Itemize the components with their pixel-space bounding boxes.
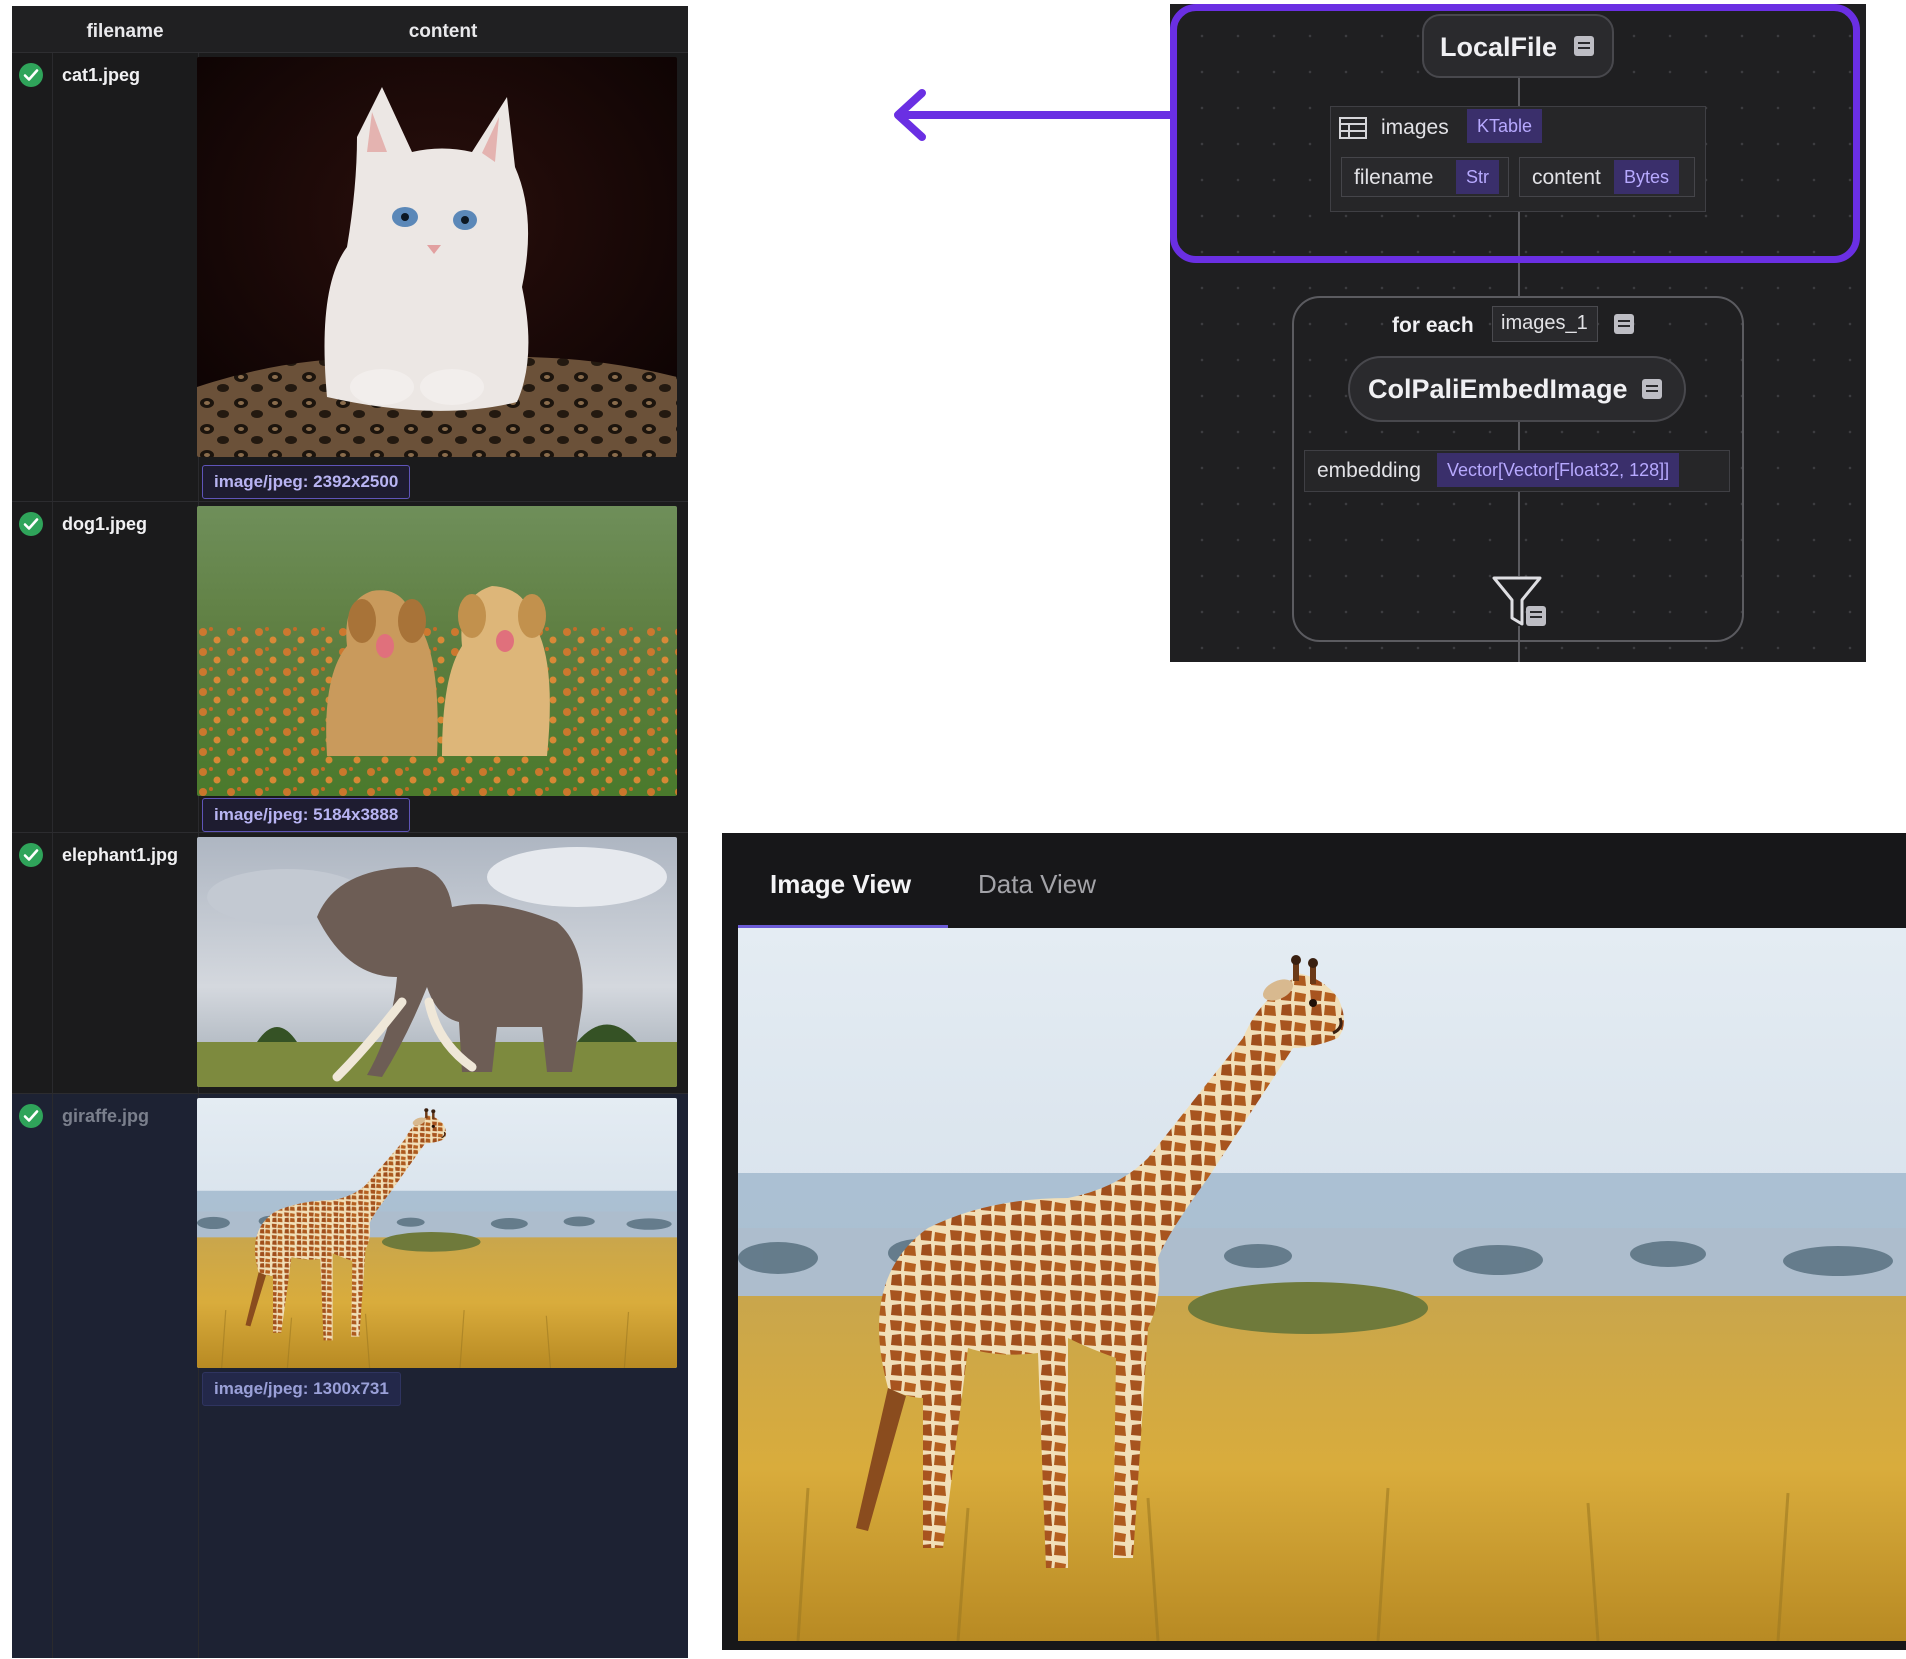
file-table: filename content cat1.jpeg image/jpeg: 2… (12, 6, 688, 1658)
image-thumbnail[interactable] (197, 1098, 677, 1368)
success-check-icon (19, 1104, 43, 1128)
table-row[interactable]: giraffe.jpg image/jpeg: 1300x731 (12, 1094, 688, 1658)
filename-cell: dog1.jpeg (62, 514, 147, 534)
success-check-icon (19, 843, 43, 867)
doc-icon[interactable] (1614, 314, 1634, 334)
mime-size-badge: image/jpeg: 1300x731 (202, 1372, 401, 1406)
filename-cell: elephant1.jpg (62, 845, 179, 865)
mime-size-badge: image/jpeg: 2392x2500 (202, 465, 411, 499)
node-title: ColPaliEmbedImage (1368, 374, 1628, 404)
table-row[interactable]: dog1.jpeg image/jpeg: 5184x3888 (12, 502, 688, 833)
tab-image-view[interactable]: Image View (770, 869, 911, 900)
output-name: embedding (1317, 459, 1421, 482)
image-thumbnail[interactable] (197, 837, 677, 1087)
success-check-icon (19, 63, 43, 87)
image-thumbnail[interactable] (197, 57, 677, 457)
foreach-label: for each (1392, 314, 1474, 337)
tab-data-view[interactable]: Data View (978, 869, 1096, 900)
filename-cell: giraffe.jpg (62, 1106, 150, 1126)
image-viewer: Image View Data View (722, 833, 1906, 1650)
table-header: filename content (12, 6, 688, 53)
doc-icon[interactable] (1642, 379, 1662, 399)
filename-cell: cat1.jpeg (62, 65, 141, 85)
column-header-filename[interactable]: filename (52, 6, 198, 52)
embedding-output: embedding Vector[Vector[Float32, 128]] (1304, 450, 1730, 492)
highlight-frame (1170, 4, 1860, 263)
foreach-target[interactable]: images_1 (1492, 306, 1598, 342)
type-badge: Vector[Vector[Float32, 128]] (1437, 453, 1680, 487)
mime-size-badge: image/jpeg: 5184x3888 (202, 798, 411, 832)
table-row[interactable]: elephant1.jpg (12, 833, 688, 1094)
filter-icon[interactable] (1490, 574, 1550, 630)
image-thumbnail[interactable] (197, 506, 677, 796)
success-check-icon (19, 512, 43, 536)
table-row[interactable]: cat1.jpeg image/jpeg: 2392x2500 (12, 53, 688, 502)
image-preview[interactable] (738, 928, 1906, 1641)
column-header-content[interactable]: content (198, 6, 688, 52)
colpali-embed-node[interactable]: ColPaliEmbedImage (1348, 356, 1686, 422)
arrow-left-icon (894, 89, 1177, 141)
